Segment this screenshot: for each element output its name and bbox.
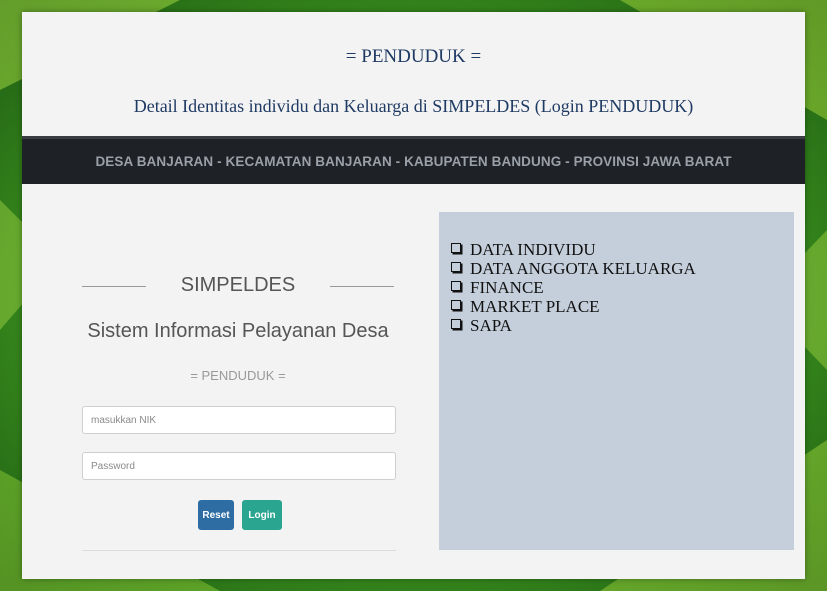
list-item-label: MARKET PLACE	[470, 297, 600, 316]
list-item-label: FINANCE	[470, 278, 544, 297]
list-item: DATA ANGGOTA KELUARGA	[451, 259, 696, 278]
list-item: DATA INDIVIDU	[451, 240, 696, 259]
reset-button[interactable]: Reset	[198, 500, 234, 530]
list-item-label: DATA ANGGOTA KELUARGA	[470, 259, 696, 278]
login-button[interactable]: Login	[242, 500, 282, 530]
list-item: FINANCE	[451, 278, 696, 297]
slide-title: = PENDUDUK =	[345, 46, 482, 67]
menu-panel: DATA INDIVIDU DATA ANGGOTA KELUARGA FINA…	[439, 212, 794, 550]
slide-card: = PENDUDUK = Detail Identitas individu d…	[22, 12, 805, 579]
brand-divider-right	[330, 286, 394, 287]
slide-subtitle: Detail Identitas individu dan Keluarga d…	[133, 96, 694, 116]
system-name: Sistem Informasi Pelayanan Desa	[87, 320, 389, 342]
checkbox-bullet-icon	[451, 243, 461, 253]
feature-list: DATA INDIVIDU DATA ANGGOTA KELUARGA FINA…	[451, 240, 696, 335]
checkbox-bullet-icon	[451, 319, 461, 329]
panel-divider	[82, 550, 396, 551]
brand-row: SIMPELDES	[78, 274, 398, 298]
list-item-label: DATA INDIVIDU	[470, 240, 596, 259]
checkbox-bullet-icon	[451, 281, 461, 291]
nik-input[interactable]	[82, 406, 396, 434]
location-banner: DESA BANJARAN - KECAMATAN BANJARAN - KAB…	[22, 136, 805, 184]
checkbox-bullet-icon	[451, 262, 461, 272]
checkbox-bullet-icon	[451, 300, 461, 310]
login-panel: SIMPELDES Sistem Informasi Pelayanan Des…	[78, 262, 398, 552]
list-item: SAPA	[451, 316, 696, 335]
list-item: MARKET PLACE	[451, 297, 696, 316]
role-label: = PENDUDUK =	[190, 368, 286, 383]
list-item-label: SAPA	[470, 316, 512, 335]
password-input[interactable]	[82, 452, 396, 480]
